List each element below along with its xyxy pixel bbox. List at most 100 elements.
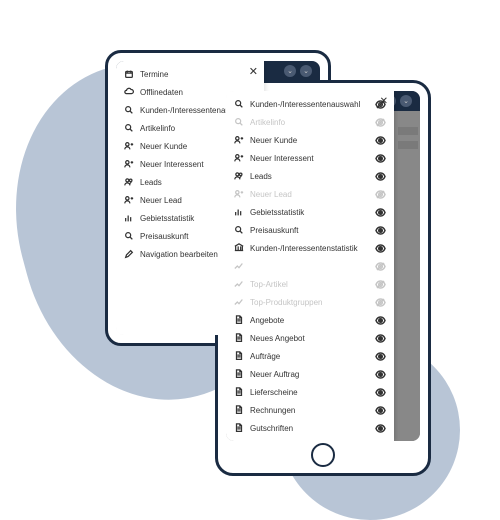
doc-icon	[234, 405, 244, 415]
nav-item[interactable]: Preisauskunft	[226, 221, 394, 239]
nav-item[interactable]: Aufträge	[226, 347, 394, 365]
search-icon	[124, 105, 134, 115]
home-button[interactable]	[311, 443, 335, 467]
search-icon	[234, 117, 244, 127]
visibility-toggle-icon[interactable]	[375, 207, 386, 218]
nav-item[interactable]	[226, 257, 394, 275]
user-plus-icon	[234, 135, 244, 145]
nav-item[interactable]: Reklamationen	[226, 437, 394, 441]
nav-item[interactable]: Angebote	[226, 311, 394, 329]
nav-item-label: Kunden-/Interessentenauswahl	[250, 100, 369, 109]
nav-item-label: Offlinedaten	[140, 88, 183, 97]
visibility-toggle-icon[interactable]	[375, 279, 386, 290]
visibility-toggle-icon[interactable]	[375, 171, 386, 182]
nav-item[interactable]: Neuer Kunde	[226, 131, 394, 149]
nav-item-label: Kunden-/Interessentenstatistik	[250, 244, 369, 253]
nav-item-label: Termine	[140, 70, 168, 79]
user-plus-icon	[124, 141, 134, 151]
nav-item[interactable]: Termine	[116, 65, 264, 83]
nav-item-label: Navigation bearbeiten	[140, 250, 218, 259]
nav-item-label: Gebietsstatistik	[140, 214, 194, 223]
nav-item-label: Gutschriften	[250, 424, 369, 433]
phone-nav-menu: ✕ Kunden-/Interessentenauswahl Artikelinf…	[226, 91, 394, 441]
visibility-toggle-icon[interactable]	[375, 315, 386, 326]
nav-item[interactable]: Gutschriften	[226, 419, 394, 437]
nav-item-label: Leads	[140, 178, 162, 187]
visibility-toggle-icon[interactable]	[375, 153, 386, 164]
nav-item[interactable]: Kunden-/Interessentenstatistik	[226, 239, 394, 257]
visibility-toggle-icon[interactable]	[375, 135, 386, 146]
nav-item-label: Aufträge	[250, 352, 369, 361]
users-icon	[234, 171, 244, 181]
chart-icon	[234, 279, 244, 289]
pencil-icon	[124, 249, 134, 259]
nav-item-label: Neuer Lead	[250, 190, 369, 199]
cloud-icon	[124, 87, 134, 97]
nav-item-label: Neuer Kunde	[140, 142, 187, 151]
users-icon	[124, 177, 134, 187]
visibility-toggle-icon[interactable]	[375, 369, 386, 380]
nav-item-label: Preisauskunft	[250, 226, 369, 235]
search-icon	[124, 123, 134, 133]
search-icon	[234, 225, 244, 235]
visibility-toggle-icon[interactable]	[375, 117, 386, 128]
close-icon[interactable]: ✕	[380, 96, 388, 107]
nav-item[interactable]: Neues Angebot	[226, 329, 394, 347]
visibility-toggle-icon[interactable]	[375, 441, 386, 442]
wifi-icon: ⌄	[400, 95, 412, 107]
search-icon	[124, 231, 134, 241]
nav-item[interactable]: Kunden-/Interessentenauswahl	[226, 95, 394, 113]
nav-item[interactable]: Rechnungen	[226, 401, 394, 419]
user-plus-icon	[124, 195, 134, 205]
user-plus-icon	[234, 189, 244, 199]
visibility-toggle-icon[interactable]	[375, 423, 386, 434]
nav-item-label: Top-Produktgruppen	[250, 298, 369, 307]
visibility-toggle-icon[interactable]	[375, 351, 386, 362]
doc-icon	[234, 369, 244, 379]
nav-item-label: Preisauskunft	[140, 232, 188, 241]
nav-item-label: Neuer Interessent	[250, 154, 369, 163]
phone-screen: ⌄ ⌄ ✕ Kunden-/InteressentenauswahlArtike…	[226, 91, 420, 441]
bars-icon	[124, 213, 134, 223]
visibility-toggle-icon[interactable]	[375, 333, 386, 344]
doc-icon	[234, 315, 244, 325]
visibility-toggle-icon[interactable]	[375, 243, 386, 254]
visibility-toggle-icon[interactable]	[375, 225, 386, 236]
nav-item-label: Gebietsstatistik	[250, 208, 369, 217]
nav-item-label: Neuer Kunde	[250, 136, 369, 145]
nav-item[interactable]: Neuer Auftrag	[226, 365, 394, 383]
nav-item[interactable]: Gebietsstatistik	[226, 203, 394, 221]
nav-item[interactable]: Top-Artikel	[226, 275, 394, 293]
nav-item[interactable]: Neuer Interessent	[226, 149, 394, 167]
doc-icon	[234, 423, 244, 433]
bars-icon	[234, 207, 244, 217]
nav-item[interactable]: Neuer Lead	[226, 185, 394, 203]
wifi-icon: ⌄	[300, 65, 312, 77]
calendar-icon	[124, 69, 134, 79]
nav-item[interactable]: Artikelinfo	[226, 113, 394, 131]
visibility-toggle-icon[interactable]	[375, 387, 386, 398]
nav-item-label: Top-Artikel	[250, 280, 369, 289]
visibility-toggle-icon[interactable]	[375, 261, 386, 272]
status-icon: ⌄	[284, 65, 296, 77]
nav-item[interactable]: Leads	[226, 167, 394, 185]
nav-item-label: Neuer Lead	[140, 196, 182, 205]
close-icon[interactable]: ✕	[249, 65, 258, 78]
search-icon	[234, 99, 244, 109]
nav-item-label: Neuer Interessent	[140, 160, 204, 169]
nav-item[interactable]: Lieferscheine	[226, 383, 394, 401]
nav-item-label: Rechnungen	[250, 406, 369, 415]
nav-item-label: Artikelinfo	[140, 124, 175, 133]
user-plus-icon	[124, 159, 134, 169]
nav-item-label: Artikelinfo	[250, 118, 369, 127]
nav-item-label: Neuer Auftrag	[250, 370, 369, 379]
visibility-toggle-icon[interactable]	[375, 297, 386, 308]
visibility-toggle-icon[interactable]	[375, 189, 386, 200]
doc-icon	[234, 387, 244, 397]
phone-device: ⌄ ⌄ ✕ Kunden-/InteressentenauswahlArtike…	[215, 80, 431, 476]
nav-item-label: Lieferscheine	[250, 388, 369, 397]
nav-item-label: Neues Angebot	[250, 334, 369, 343]
nav-item-label: Leads	[250, 172, 369, 181]
visibility-toggle-icon[interactable]	[375, 405, 386, 416]
nav-item[interactable]: Top-Produktgruppen	[226, 293, 394, 311]
